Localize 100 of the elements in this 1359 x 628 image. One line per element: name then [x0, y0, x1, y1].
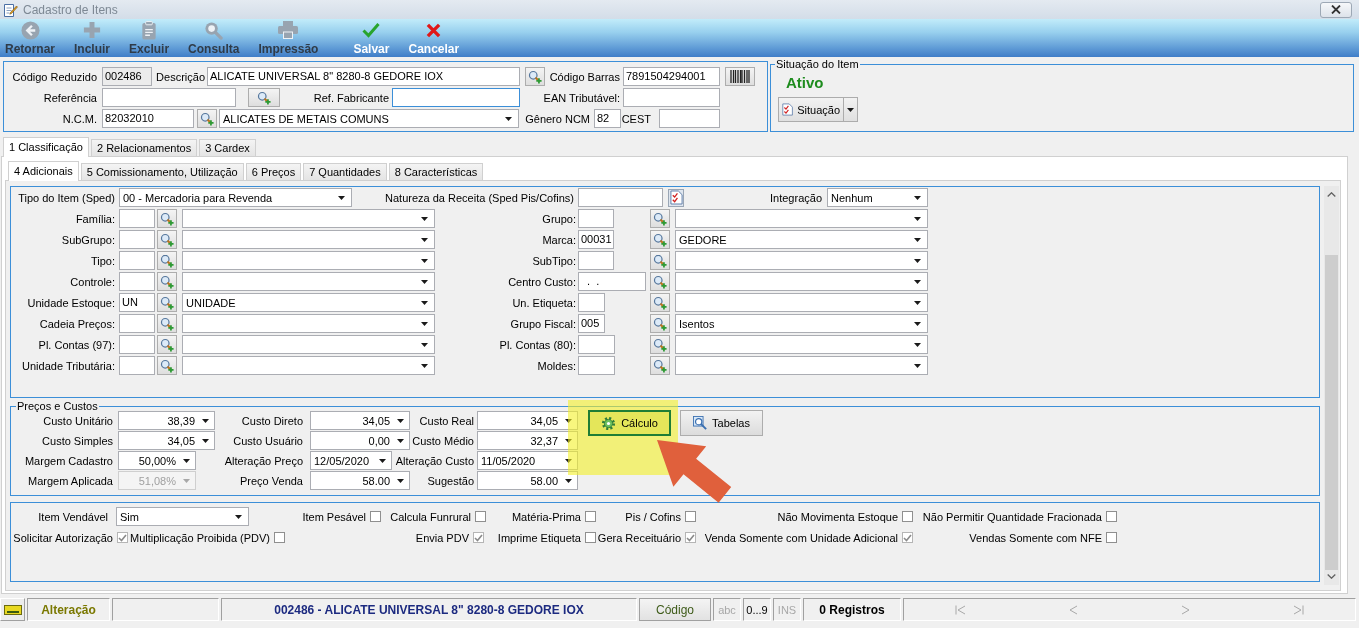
code-field[interactable]: UN — [119, 293, 155, 312]
checkbox[interactable] — [685, 532, 696, 543]
checkbox[interactable] — [1106, 532, 1117, 543]
tab[interactable]: 3 Cardex — [199, 139, 256, 156]
lookup-button[interactable] — [650, 272, 670, 291]
dropdown[interactable] — [675, 272, 928, 291]
dropdown[interactable] — [675, 356, 928, 375]
scroll-up-icon[interactable] — [1327, 192, 1336, 197]
lookup-button[interactable] — [157, 230, 177, 249]
checkbox[interactable] — [902, 532, 913, 543]
tab[interactable]: 8 Características — [388, 163, 484, 180]
tab[interactable]: 5 Comissionamento, Utilização — [80, 163, 244, 180]
dropdown[interactable] — [675, 335, 928, 354]
lookup-button[interactable] — [525, 67, 545, 86]
checkbox[interactable] — [585, 532, 596, 543]
lookup-button[interactable] — [650, 209, 670, 228]
input-field[interactable] — [578, 188, 663, 207]
input-field[interactable]: 82 — [594, 109, 621, 128]
code-field[interactable] — [119, 314, 155, 333]
lookup-button[interactable] — [650, 230, 670, 249]
code-field[interactable]: 82032010 — [102, 109, 194, 128]
previous-record-icon[interactable] — [1069, 604, 1079, 615]
dropdown[interactable] — [675, 251, 928, 270]
dropdown[interactable]: Nenhum — [827, 188, 928, 207]
lookup-button[interactable] — [248, 88, 280, 107]
code-field[interactable] — [578, 293, 605, 312]
tables-button[interactable]: Tabelas — [680, 410, 763, 436]
percent-field[interactable]: 50,00% — [118, 451, 196, 470]
input-field[interactable] — [102, 88, 236, 107]
calculate-button[interactable]: Cálculo — [588, 410, 671, 436]
amount-field[interactable]: 58.00 — [310, 471, 410, 490]
code-field[interactable] — [578, 335, 615, 354]
code-field[interactable] — [119, 209, 155, 228]
lookup-button[interactable] — [650, 314, 670, 333]
code-field[interactable] — [578, 251, 614, 270]
dropdown[interactable] — [675, 293, 928, 312]
dropdown[interactable] — [182, 230, 435, 249]
tab[interactable]: 4 Adicionais — [8, 161, 79, 181]
vertical-scrollbar[interactable] — [1324, 186, 1339, 585]
dropdown[interactable] — [182, 272, 435, 291]
document-button[interactable] — [668, 188, 684, 207]
first-record-icon[interactable] — [955, 604, 967, 615]
dropdown[interactable]: UNIDADE — [182, 293, 435, 312]
code-field[interactable]: . . — [578, 272, 646, 291]
date-field[interactable]: 12/05/2020 — [310, 451, 392, 470]
code-field[interactable] — [119, 335, 155, 354]
checkbox[interactable] — [117, 532, 128, 543]
lookup-button[interactable] — [197, 109, 217, 128]
checkbox[interactable] — [475, 511, 486, 522]
lookup-button[interactable] — [650, 335, 670, 354]
checkbox[interactable] — [1106, 511, 1117, 522]
checkbox[interactable] — [370, 511, 381, 522]
amount-field[interactable]: 34,05 — [118, 431, 215, 450]
checkbox[interactable] — [685, 511, 696, 522]
dropdown[interactable]: ALICATES DE METAIS COMUNS — [219, 109, 519, 128]
amount-field[interactable]: 34,05 — [477, 411, 578, 430]
tab[interactable]: 7 Quantidades — [303, 163, 387, 180]
tab[interactable]: 1 Classificação — [3, 137, 89, 157]
lookup-button[interactable] — [650, 293, 670, 312]
dropdown-button[interactable] — [844, 97, 858, 122]
code-field[interactable] — [119, 251, 155, 270]
next-record-icon[interactable] — [1180, 604, 1190, 615]
code-field[interactable] — [578, 356, 615, 375]
checkbox[interactable] — [585, 511, 596, 522]
dropdown[interactable] — [675, 209, 928, 228]
scrollbar-thumb[interactable] — [1325, 255, 1338, 570]
code-field[interactable] — [119, 356, 155, 375]
lookup-button[interactable] — [157, 251, 177, 270]
lookup-button[interactable] — [157, 335, 177, 354]
amount-field[interactable]: 58.00 — [477, 471, 578, 490]
dropdown[interactable] — [182, 251, 435, 270]
status-button[interactable]: Situação — [778, 97, 844, 122]
lookup-button[interactable] — [157, 209, 177, 228]
dropdown[interactable]: GEDORE — [675, 230, 928, 249]
close-button[interactable] — [1320, 1, 1352, 18]
tab[interactable]: 2 Relacionamentos — [91, 139, 198, 156]
lookup-button[interactable] — [650, 356, 670, 375]
lookup-button[interactable] — [157, 356, 177, 375]
code-field[interactable] — [578, 209, 614, 228]
input-field[interactable] — [392, 88, 520, 107]
lookup-button[interactable] — [650, 251, 670, 270]
description-field[interactable]: ALICATE UNIVERSAL 8" 8280-8 GEDORE IOX — [207, 67, 520, 86]
amount-field[interactable]: 34,05 — [310, 411, 410, 430]
code-field[interactable]: 002486 — [102, 67, 152, 86]
lookup-button[interactable] — [157, 272, 177, 291]
dropdown[interactable] — [182, 356, 435, 375]
amount-field[interactable]: 38,39 — [118, 411, 215, 430]
checkbox[interactable] — [902, 511, 913, 522]
barcode-button[interactable] — [725, 67, 755, 86]
barcode-field[interactable]: 7891504294001 — [623, 67, 720, 86]
dropdown[interactable]: Sim — [116, 507, 249, 526]
dropdown[interactable]: Isentos — [675, 314, 928, 333]
amount-field[interactable]: 32,37 — [477, 431, 578, 450]
last-record-icon[interactable] — [1292, 604, 1304, 615]
code-field[interactable] — [119, 272, 155, 291]
dropdown[interactable]: 00 - Mercadoria para Revenda — [119, 188, 352, 207]
lookup-button[interactable] — [157, 293, 177, 312]
code-field[interactable] — [119, 230, 155, 249]
date-field[interactable]: 11/05/2020 — [477, 451, 578, 470]
dropdown[interactable] — [182, 335, 435, 354]
